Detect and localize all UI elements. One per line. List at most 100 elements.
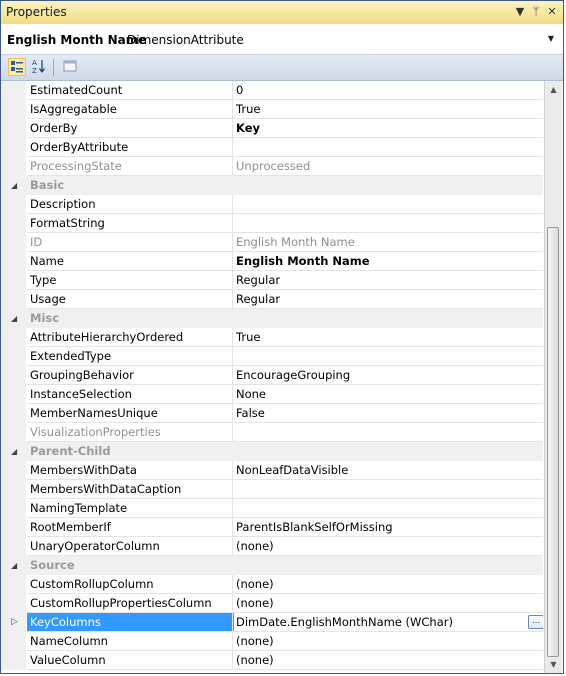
property-row-id[interactable]: ID English Month Name [1, 233, 543, 252]
category-source[interactable]: ◢ Source [1, 556, 543, 575]
property-name[interactable]: InstanceSelection [27, 385, 234, 404]
property-value[interactable]: DimDate.EnglishMonthName (WChar)... [232, 613, 543, 632]
property-name[interactable]: Description [27, 195, 234, 214]
property-name[interactable]: MembersWithData [27, 461, 234, 480]
property-name[interactable]: EstimatedCount [27, 81, 234, 100]
property-name[interactable]: UnaryOperatorColumn [27, 537, 234, 556]
property-name[interactable]: ProcessingState [27, 157, 234, 176]
property-name[interactable]: Name [27, 252, 234, 271]
property-value[interactable] [232, 499, 543, 518]
property-value[interactable]: ParentIsBlankSelfOrMissing [232, 518, 543, 537]
property-name[interactable]: OrderByAttribute [27, 138, 234, 157]
property-row-membernamesunique[interactable]: MemberNamesUnique False [1, 404, 543, 423]
property-value[interactable]: (none) [232, 537, 543, 556]
title-bar[interactable]: Properties ▼ ᛘ ✕ [1, 1, 563, 25]
property-row-valuecolumn[interactable]: ValueColumn (none) [1, 651, 543, 670]
property-value[interactable]: True [232, 328, 543, 347]
property-value[interactable]: (none) [232, 651, 543, 670]
property-value[interactable]: Regular [232, 271, 543, 290]
property-value[interactable]: (none) [232, 575, 543, 594]
collapse-triangle-icon[interactable]: ◢ [11, 561, 17, 570]
category-misc[interactable]: ◢ Misc [1, 309, 543, 328]
property-name[interactable]: Usage [27, 290, 234, 309]
property-value[interactable]: Regular [232, 290, 543, 309]
chevron-down-icon[interactable]: ▼ [546, 34, 556, 44]
property-name[interactable]: OrderBy [27, 119, 234, 138]
property-row-keycolumns[interactable]: ▷ KeyColumns DimDate.EnglishMonthName (WCh… [1, 613, 543, 632]
property-value[interactable]: None [232, 385, 543, 404]
property-name[interactable]: AttributeHierarchyOrdered [27, 328, 234, 347]
property-row-processingstate[interactable]: ProcessingState Unprocessed [1, 157, 543, 176]
property-row-instanceselection[interactable]: InstanceSelection None [1, 385, 543, 404]
property-value[interactable]: English Month Name [232, 233, 543, 252]
property-name[interactable]: ValueColumn [27, 651, 234, 670]
property-row-estimatedcount[interactable]: EstimatedCount 0 [1, 81, 543, 100]
property-value[interactable]: 0 [232, 81, 543, 100]
scroll-thumb[interactable] [547, 227, 559, 657]
property-row-orderbyattribute[interactable]: OrderByAttribute [1, 138, 543, 157]
property-pages-button[interactable] [61, 58, 79, 76]
property-row-orderby[interactable]: OrderBy Key [1, 119, 543, 138]
alphabetical-sort-button[interactable]: A Z [30, 58, 48, 76]
property-row-groupingbehavior[interactable]: GroupingBehavior EncourageGrouping [1, 366, 543, 385]
close-icon[interactable]: ✕ [545, 4, 559, 20]
property-value[interactable] [232, 347, 543, 366]
window-menu-dropdown-icon[interactable]: ▼ [513, 4, 527, 20]
property-value[interactable]: True [232, 100, 543, 119]
category-parent-child[interactable]: ◢ Parent-Child [1, 442, 543, 461]
property-value[interactable]: NonLeafDataVisible [232, 461, 543, 480]
property-value[interactable] [232, 214, 543, 233]
scroll-down-icon[interactable]: ▼ [545, 656, 562, 673]
property-row-type[interactable]: Type Regular [1, 271, 543, 290]
property-row-memberswithdata[interactable]: MembersWithData NonLeafDataVisible [1, 461, 543, 480]
property-name[interactable]: GroupingBehavior [27, 366, 234, 385]
collapse-triangle-icon[interactable]: ◢ [11, 314, 17, 323]
property-name[interactable]: NameColumn [27, 632, 234, 651]
property-value[interactable]: (none) [232, 632, 543, 651]
collapse-triangle-icon[interactable]: ◢ [11, 447, 17, 456]
scroll-up-icon[interactable]: ▲ [545, 81, 562, 98]
property-row-visualizationproperties[interactable]: VisualizationProperties [1, 423, 543, 442]
property-name[interactable]: NamingTemplate [27, 499, 234, 518]
property-value[interactable]: EncourageGrouping [232, 366, 543, 385]
property-row-rootmemberif[interactable]: RootMemberIf ParentIsBlankSelfOrMissing [1, 518, 543, 537]
property-value[interactable]: Key [232, 119, 543, 138]
property-row-description[interactable]: Description [1, 195, 543, 214]
property-row-memberswithdatacaption[interactable]: MembersWithDataCaption [1, 480, 543, 499]
property-name[interactable]: RootMemberIf [27, 518, 234, 537]
property-name[interactable]: MemberNamesUnique [27, 404, 234, 423]
object-selector[interactable]: English Month Name DimensionAttribute ▼ [1, 24, 563, 55]
expand-arrow-icon[interactable]: ▷ [11, 617, 18, 627]
collapse-triangle-icon[interactable]: ◢ [11, 181, 17, 190]
property-row-unaryoperatorcolumn[interactable]: UnaryOperatorColumn (none) [1, 537, 543, 556]
property-value[interactable] [232, 195, 543, 214]
property-name[interactable]: ID [27, 233, 234, 252]
property-name[interactable]: CustomRollupColumn [27, 575, 234, 594]
property-row-extendedtype[interactable]: ExtendedType [1, 347, 543, 366]
pin-icon[interactable]: ᛘ [529, 4, 543, 20]
property-row-formatstring[interactable]: FormatString [1, 214, 543, 233]
property-name[interactable]: CustomRollupPropertiesColumn [27, 594, 234, 613]
property-row-usage[interactable]: Usage Regular [1, 290, 543, 309]
property-name[interactable]: FormatString [27, 214, 234, 233]
category-basic[interactable]: ◢ Basic [1, 176, 543, 195]
property-row-customrollupcolumn[interactable]: CustomRollupColumn (none) [1, 575, 543, 594]
property-name[interactable]: ExtendedType [27, 347, 234, 366]
property-value[interactable]: (none) [232, 594, 543, 613]
property-value[interactable]: English Month Name [232, 252, 543, 271]
property-row-namingtemplate[interactable]: NamingTemplate [1, 499, 543, 518]
ellipsis-button[interactable]: ... [528, 615, 543, 629]
vertical-scrollbar[interactable]: ▲ ▼ [544, 81, 562, 673]
property-row-name[interactable]: Name English Month Name [1, 252, 543, 271]
property-value[interactable]: False [232, 404, 543, 423]
property-row-isaggregatable[interactable]: IsAggregatable True [1, 100, 543, 119]
property-value[interactable] [232, 138, 543, 157]
property-name[interactable]: Type [27, 271, 234, 290]
property-value[interactable] [232, 423, 543, 442]
property-name[interactable]: MembersWithDataCaption [27, 480, 234, 499]
property-value[interactable] [232, 480, 543, 499]
categorized-view-button[interactable] [8, 58, 26, 76]
property-name[interactable]: IsAggregatable [27, 100, 234, 119]
property-row-namecolumn[interactable]: NameColumn (none) [1, 632, 543, 651]
property-value[interactable]: Unprocessed [232, 157, 543, 176]
